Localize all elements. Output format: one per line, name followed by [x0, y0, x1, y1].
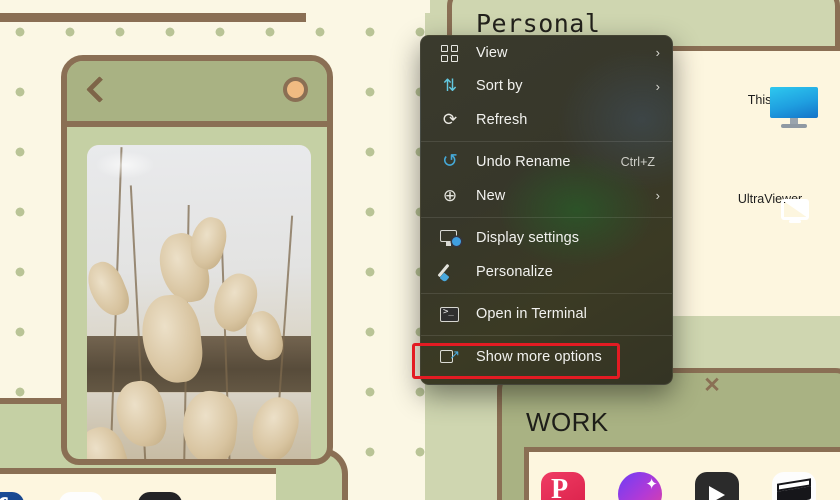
menu-separator — [421, 216, 672, 218]
chevron-right-icon: › — [655, 188, 660, 204]
chevron-right-icon: › — [655, 45, 660, 61]
work-panel-body — [524, 447, 840, 500]
menu-item-label: Refresh — [476, 111, 528, 128]
wallpaper-brown-rule — [0, 13, 306, 22]
menu-item-label: View — [476, 44, 508, 61]
youtube-app-icon[interactable] — [138, 492, 182, 500]
work-panel-title: WORK — [526, 407, 609, 437]
wallpaper-top-band — [0, 0, 430, 13]
screen: Personal This PC UltraViewer ✕ WORK — [0, 0, 840, 500]
menu-item-label: Display settings — [476, 230, 580, 247]
undo-icon: ↺ — [442, 151, 458, 173]
menu-item-undo-rename[interactable]: ↺ Undo Rename Ctrl+Z — [421, 146, 672, 180]
work-app-row — [541, 472, 816, 500]
menu-item-refresh[interactable]: ⟳ Refresh — [421, 103, 672, 137]
chevron-right-icon: › — [655, 78, 660, 94]
menu-item-shortcut: Ctrl+Z — [620, 155, 655, 170]
menu-item-new[interactable]: ⊕ New › — [421, 179, 672, 213]
grid-view-icon — [439, 42, 461, 64]
photo-image — [87, 145, 311, 459]
work-panel[interactable]: ✕ WORK — [497, 368, 840, 500]
record-dot-button[interactable] — [283, 77, 308, 102]
menu-item-personalize[interactable]: Personalize — [421, 255, 672, 289]
personal-panel-title: Personal — [476, 9, 601, 38]
photo-viewer-window[interactable] — [61, 55, 333, 465]
display-settings-icon — [439, 227, 461, 249]
notes-app-icon[interactable] — [772, 472, 816, 500]
secondary-folder-body — [0, 468, 276, 500]
back-arrow-icon[interactable] — [83, 78, 105, 100]
photo-viewer-titlebar — [67, 61, 327, 127]
secondary-app-row — [0, 492, 182, 500]
menu-item-label: New — [476, 187, 506, 204]
pdf-app-icon[interactable] — [541, 472, 585, 500]
facebook-app-icon[interactable] — [0, 492, 24, 500]
plus-circle-icon: ⊕ — [442, 185, 458, 205]
sort-arrows-icon: ⇅ — [442, 76, 458, 96]
menu-item-show-more-options[interactable]: ↗ Show more options — [421, 340, 672, 374]
show-more-options-icon: ↗ — [439, 346, 461, 368]
messages-app-icon[interactable] — [59, 492, 103, 500]
menu-item-label: Open in Terminal — [476, 306, 587, 323]
desktop-icon-this-pc[interactable]: This PC — [727, 87, 818, 128]
menu-item-label: Show more options — [476, 348, 602, 365]
paintbrush-icon — [437, 261, 461, 283]
menu-item-label: Undo Rename — [476, 154, 571, 171]
desktop-context-menu[interactable]: View › ⇅ Sort by › ⟳ Refresh ↺ Undo Rena… — [420, 35, 673, 385]
menu-item-open-in-terminal[interactable]: Open in Terminal — [421, 298, 672, 332]
close-icon[interactable]: ✕ — [701, 375, 723, 397]
menu-separator — [421, 140, 672, 142]
media-app-icon[interactable] — [695, 472, 739, 500]
terminal-icon — [439, 303, 461, 325]
desktop-icon-ultraviewer[interactable]: UltraViewer — [727, 186, 813, 223]
menu-item-view[interactable]: View › — [421, 36, 672, 70]
menu-separator — [421, 292, 672, 294]
menu-item-display-settings[interactable]: Display settings — [421, 222, 672, 256]
menu-item-sort-by[interactable]: ⇅ Sort by › — [421, 70, 672, 104]
refresh-icon: ⟳ — [442, 109, 458, 129]
menu-separator — [421, 335, 672, 336]
copilot-app-icon[interactable] — [618, 472, 662, 500]
menu-item-label: Sort by — [476, 78, 523, 95]
menu-item-label: Personalize — [476, 263, 553, 280]
